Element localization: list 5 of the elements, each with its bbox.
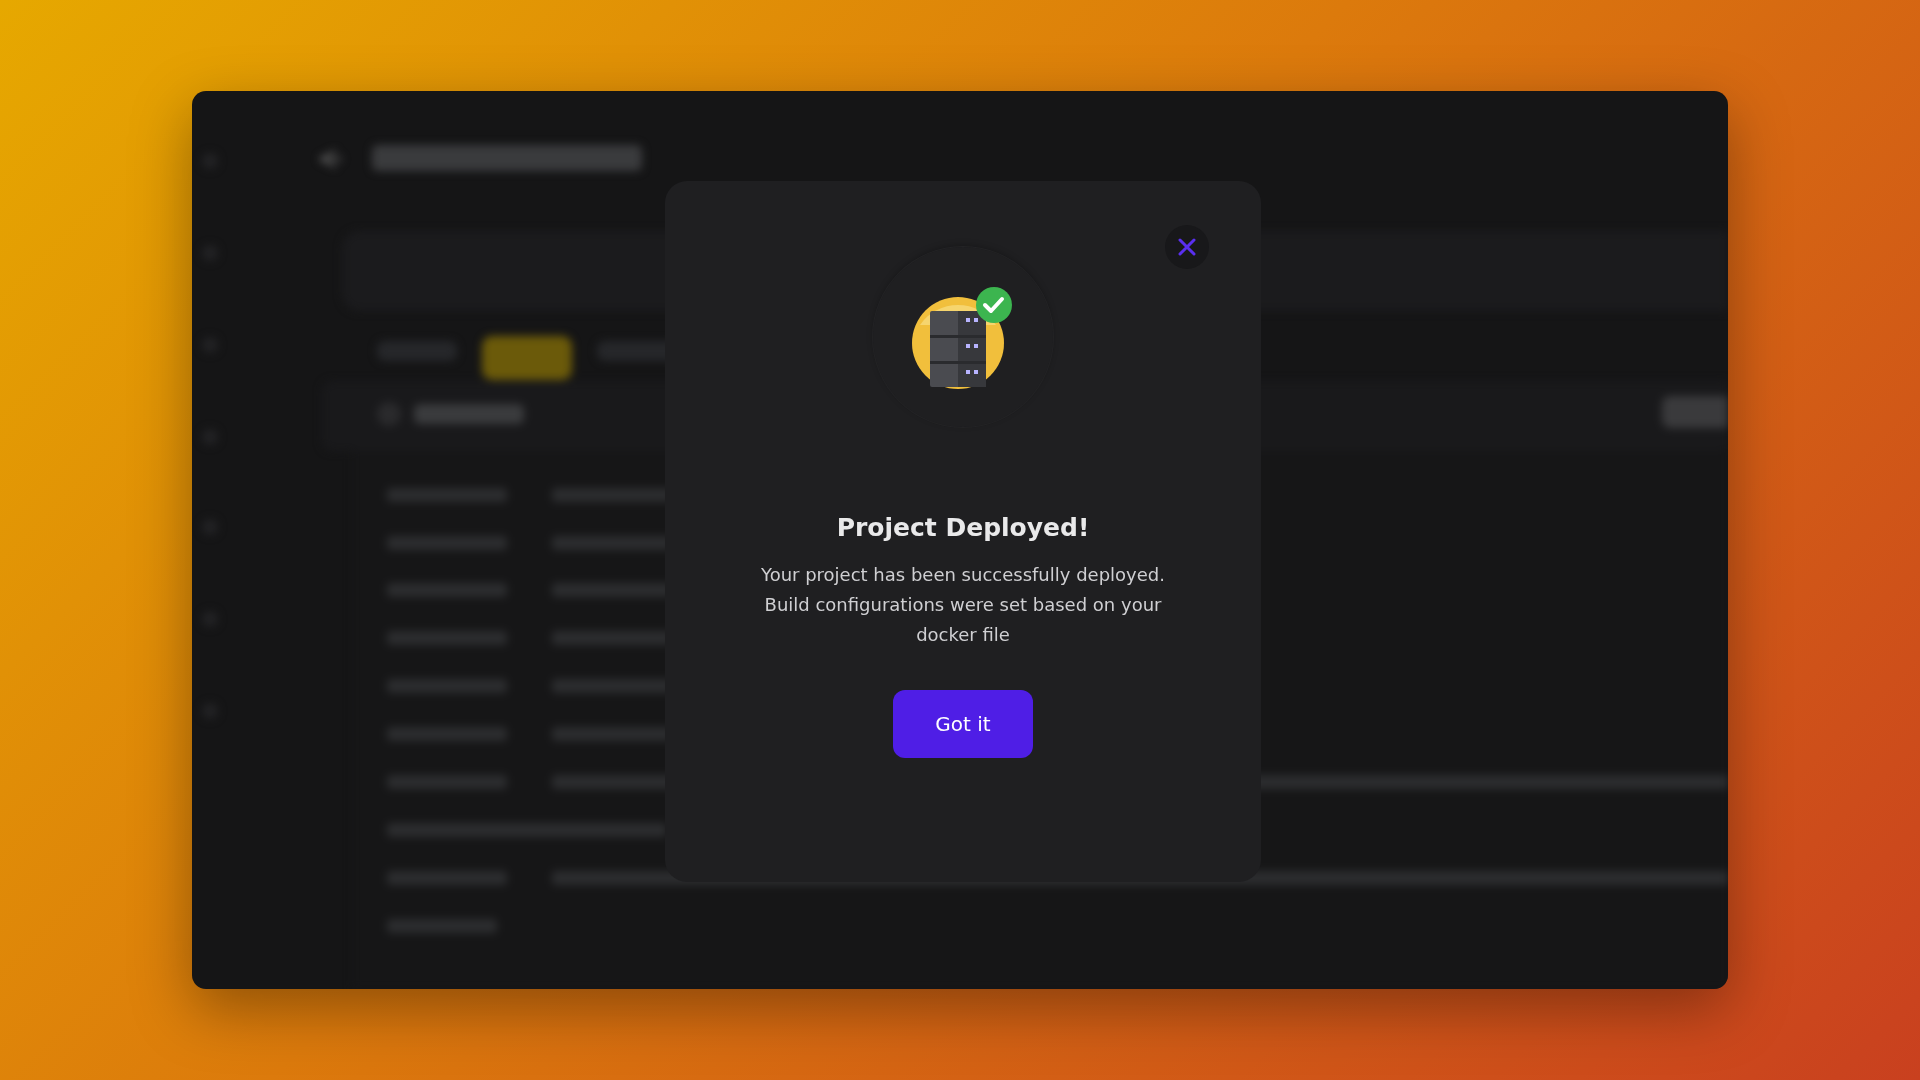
close-button[interactable]: [1165, 225, 1209, 269]
close-icon: [1178, 238, 1196, 256]
dialog-title: Project Deployed!: [836, 513, 1090, 542]
dialog-message: Your project has been successfully deployed. Build configurations were set based on your docker file: [760, 563, 1166, 647]
got-it-button[interactable]: Got it: [893, 690, 1033, 758]
